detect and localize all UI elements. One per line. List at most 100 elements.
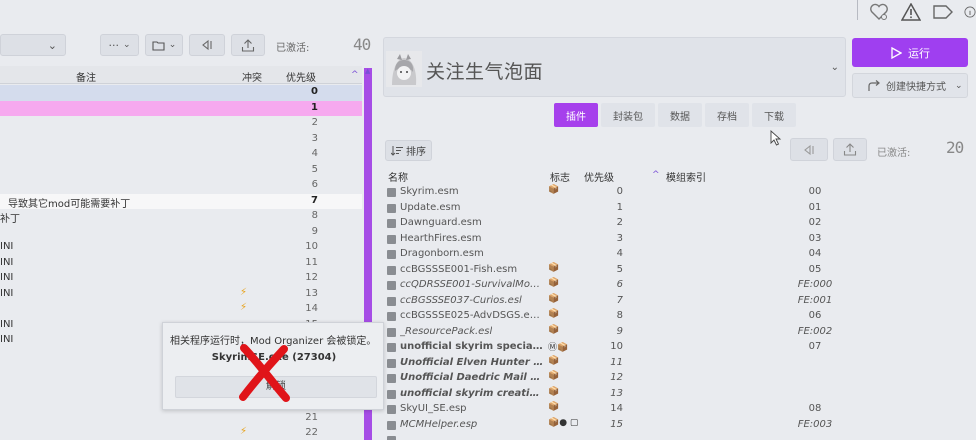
active-mods-count: 40 xyxy=(353,35,371,54)
plugin-checkbox[interactable] xyxy=(387,358,396,368)
more-menu-button[interactable]: ··· ⌄ xyxy=(100,34,139,56)
mod-list-row[interactable]: ⚡ 14 xyxy=(0,302,362,318)
plugin-checkbox[interactable] xyxy=(387,312,396,321)
plugin-checkbox[interactable] xyxy=(387,219,396,228)
column-name[interactable]: 名称 xyxy=(388,169,408,184)
tab-1[interactable]: 封装包 xyxy=(601,103,655,127)
column-priority[interactable]: 优先级 xyxy=(286,69,316,84)
mod-list-row[interactable]: 1 xyxy=(0,100,362,116)
plugin-row[interactable]: Unofficial Daedric Mail Ar... 📦 12 xyxy=(384,371,974,387)
plugin-checkbox[interactable] xyxy=(387,188,396,197)
plugin-checkbox[interactable] xyxy=(387,420,396,430)
tab-3[interactable]: 存档 xyxy=(705,103,749,127)
plugin-checkbox[interactable] xyxy=(387,265,396,275)
tab-0[interactable]: 插件 xyxy=(554,103,598,127)
plugin-flag-icon: 📦 xyxy=(548,324,560,335)
create-shortcut-button[interactable]: 创建快捷方式 ⌄ xyxy=(852,73,968,98)
mod-list-row[interactable]: 导致其它mod可能需要补丁 7 xyxy=(0,193,362,210)
plugin-priority-cell: 1 xyxy=(616,201,623,213)
plugin-row[interactable]: Unofficial Elven Hunter Ar... 📦 11 xyxy=(384,356,974,372)
plugin-row[interactable]: ccQDRSSE001-SurvivalMod... 📦 6 FE:000 xyxy=(384,278,974,294)
tab-2[interactable]: 数据 xyxy=(658,103,702,127)
plugin-name-cell: ccBGSSSE001-Fish.esm xyxy=(400,263,518,275)
plugin-row[interactable]: SkyUI_SE.esp 📦 14 08 xyxy=(384,402,974,418)
mod-list-row[interactable]: INI 12 xyxy=(0,271,362,287)
sort-button[interactable]: 排序 xyxy=(385,140,432,161)
mod-list-row[interactable]: INI 11 xyxy=(0,256,362,272)
plugin-row[interactable]: ccBGSSSE037-Curios.esl 📦 7 FE:001 xyxy=(384,294,974,310)
plugin-index-cell: 01 xyxy=(808,201,822,213)
plugin-checkbox[interactable] xyxy=(387,296,396,306)
plugin-flag-icon: 📦 xyxy=(548,185,560,195)
column-priority[interactable]: 优先级 xyxy=(584,169,614,184)
plugin-checkbox[interactable] xyxy=(387,250,396,259)
plugin-name-cell: _ResourcePack.esl xyxy=(400,325,493,337)
mod-list-row[interactable]: 9 xyxy=(0,225,362,241)
column-flags[interactable]: 标志 xyxy=(550,169,570,184)
run-button[interactable]: 运行 xyxy=(852,38,968,67)
plugin-priority-cell: 10 xyxy=(610,341,623,352)
plugin-checkbox[interactable] xyxy=(387,234,396,244)
create-backup-button[interactable] xyxy=(231,34,265,56)
mod-list-row[interactable]: 5 xyxy=(0,163,362,179)
tag-icon[interactable] xyxy=(932,1,954,23)
mod-priority-cell: 6 xyxy=(311,179,318,190)
plugin-checkbox[interactable] xyxy=(387,405,396,414)
restore-plugin-backup-button[interactable] xyxy=(790,138,828,161)
create-plugin-backup-button[interactable] xyxy=(833,138,867,161)
plugin-row[interactable]: ccBGSSSE001-Fish.esm 📦 5 05 xyxy=(384,263,974,279)
mod-list-row[interactable]: 4 xyxy=(0,147,362,163)
plugin-row[interactable]: ccBGSSSE025-AdvDSGS.esm 📦 8 06 xyxy=(384,309,974,325)
mod-list-row[interactable]: 0 xyxy=(0,85,362,101)
create-shortcut-label: 创建快捷方式 xyxy=(886,82,946,93)
mod-priority-cell: 1 xyxy=(311,101,318,113)
filter-dropdown[interactable]: ⌄ xyxy=(0,34,66,56)
warning-icon[interactable] xyxy=(900,1,922,23)
plugin-row[interactable]: Dragonborn.esm 4 04 xyxy=(384,247,974,263)
plugin-row[interactable]: MCMHelper.esp 📦● ▢ 15 FE:003 xyxy=(384,418,974,434)
info-icon[interactable] xyxy=(964,1,976,23)
mod-list-row[interactable]: ⚡ 22 xyxy=(0,426,362,440)
plugin-checkbox[interactable] xyxy=(387,203,396,213)
column-mod-index[interactable]: 模组索引 xyxy=(666,169,706,184)
plugin-checkbox[interactable] xyxy=(387,374,396,383)
plugin-checkbox[interactable] xyxy=(387,343,396,352)
chevron-down-icon: ⌄ xyxy=(47,38,57,52)
plugin-checkbox[interactable] xyxy=(387,389,396,399)
mod-list-row[interactable]: 21 xyxy=(0,411,362,427)
plugin-row[interactable]: HearthFires.esm 3 03 xyxy=(384,232,974,248)
mod-list-row[interactable]: INI ⚡ 13 xyxy=(0,287,362,303)
mod-list-row[interactable]: INI 10 xyxy=(0,240,362,256)
scroll-up-arrow[interactable]: ▲ xyxy=(365,68,371,75)
plugin-row[interactable]: _ResourcePack.esl 📦 9 FE:002 xyxy=(384,325,974,341)
plugin-row[interactable]: Dawnguard.esm 2 02 xyxy=(384,216,974,232)
plugin-priority-cell: 5 xyxy=(616,263,623,275)
plugin-checkbox[interactable] xyxy=(387,327,396,337)
plugin-row[interactable]: unofficial skyrim special ed... Ⓜ📦 10 07 xyxy=(384,340,974,356)
plugin-checkbox[interactable] xyxy=(387,281,396,290)
plugin-name-cell: Dawnguard.esm xyxy=(400,217,482,228)
restore-backup-button[interactable] xyxy=(189,34,225,56)
mod-priority-cell: 14 xyxy=(305,303,318,314)
plugin-row[interactable]: Skyrim.esm 📦 0 00 xyxy=(384,185,974,201)
column-notes[interactable]: 备注 xyxy=(76,69,96,84)
mod-list-row[interactable]: 6 xyxy=(0,178,362,194)
mod-notes-cell: INI xyxy=(0,318,14,330)
endorse-heart-icon[interactable] xyxy=(868,1,890,23)
mod-list-row[interactable]: 2 xyxy=(0,116,362,132)
open-folder-button[interactable]: ⌄ xyxy=(145,34,183,56)
plugin-name-cell: Dragonborn.esm xyxy=(400,248,484,259)
tab-4[interactable]: 下载 xyxy=(752,103,796,127)
plugin-row[interactable]: unofficial skyrim creation c... 📦 13 xyxy=(384,387,974,403)
plugin-row[interactable] xyxy=(384,433,974,440)
profile-selector[interactable]: 关注生气泡面 ⌄ xyxy=(383,37,846,97)
plugin-row[interactable]: Update.esm 1 01 xyxy=(384,201,974,217)
column-conflicts[interactable]: 冲突 xyxy=(242,69,262,84)
plugin-checkbox[interactable] xyxy=(387,436,396,440)
mod-list-row[interactable]: 补丁 8 xyxy=(0,209,362,225)
plugin-priority-cell: 6 xyxy=(616,279,623,290)
plugin-index-cell: FE:002 xyxy=(797,325,833,337)
plugin-flag-icon: 📦 xyxy=(548,355,560,366)
conflict-flag-icon: ⚡ xyxy=(240,426,248,437)
mod-list-row[interactable]: 3 xyxy=(0,132,362,148)
